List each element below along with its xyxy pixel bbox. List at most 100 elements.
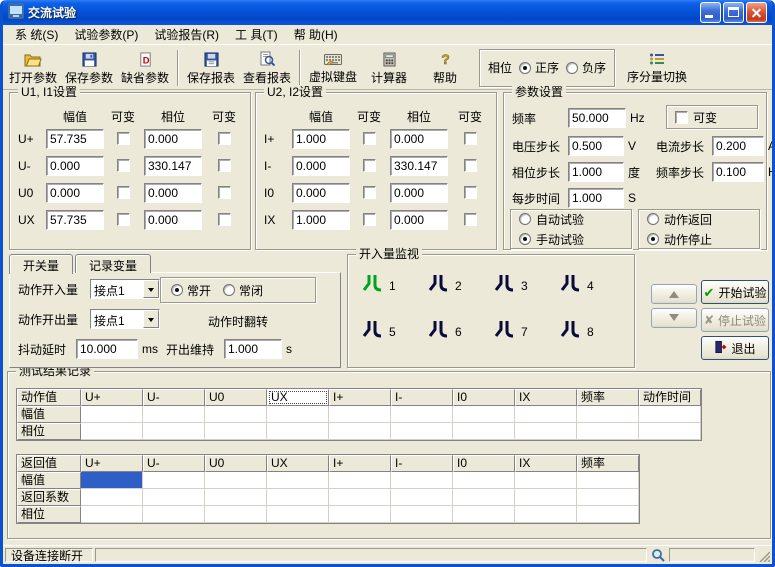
- result-cell[interactable]: [515, 472, 577, 489]
- var-checkbox[interactable]: [363, 213, 376, 226]
- result-cell[interactable]: [329, 406, 391, 423]
- result-cell[interactable]: [143, 472, 205, 489]
- default-params-button[interactable]: D 缺省参数: [117, 47, 173, 89]
- var-checkbox[interactable]: [464, 213, 477, 226]
- result-cell[interactable]: [267, 489, 329, 506]
- result-cell[interactable]: [391, 506, 453, 523]
- i-x-phase-input[interactable]: [390, 210, 448, 230]
- var-checkbox[interactable]: [117, 213, 130, 226]
- result-cell[interactable]: [267, 406, 329, 423]
- result-cell[interactable]: [515, 489, 577, 506]
- u-minus-amp-input[interactable]: [46, 156, 104, 176]
- auto-test-radio[interactable]: 自动试验: [519, 211, 631, 228]
- step-time-input[interactable]: [568, 188, 624, 208]
- result-cell[interactable]: [639, 406, 701, 423]
- result-col-header-focused[interactable]: UX: [267, 389, 329, 406]
- calculator-button[interactable]: 计算器: [361, 47, 417, 89]
- u-zero-amp-input[interactable]: [46, 183, 104, 203]
- result-cell[interactable]: [81, 406, 143, 423]
- result-cell[interactable]: [143, 423, 205, 440]
- i-minus-phase-input[interactable]: [390, 156, 448, 176]
- phase-step-input[interactable]: [568, 162, 624, 182]
- var-checkbox[interactable]: [218, 213, 231, 226]
- action-input-combo[interactable]: 接点1: [90, 279, 160, 299]
- result-cell[interactable]: [81, 506, 143, 523]
- result-cell[interactable]: [329, 506, 391, 523]
- result-cell[interactable]: [205, 406, 267, 423]
- tab-record[interactable]: 记录变量: [75, 254, 151, 273]
- result-cell[interactable]: [453, 489, 515, 506]
- u-x-amp-input[interactable]: [46, 210, 104, 230]
- menu-help[interactable]: 帮 助(H): [286, 24, 346, 45]
- u-zero-phase-input[interactable]: [144, 183, 202, 203]
- open-params-button[interactable]: 打开参数: [5, 47, 61, 89]
- result-cell[interactable]: [391, 423, 453, 440]
- stop-test-button[interactable]: ✘ 停止试验: [701, 308, 769, 332]
- result-cell[interactable]: [515, 423, 577, 440]
- chevron-down-icon[interactable]: [143, 280, 159, 298]
- jitter-delay-input[interactable]: [76, 339, 138, 359]
- result-cell[interactable]: [515, 506, 577, 523]
- result-cell[interactable]: [329, 489, 391, 506]
- u-x-phase-input[interactable]: [144, 210, 202, 230]
- var-checkbox[interactable]: [363, 132, 376, 145]
- result-cell[interactable]: [577, 423, 639, 440]
- result-cell[interactable]: [329, 472, 391, 489]
- result-cell[interactable]: [81, 423, 143, 440]
- result-cell[interactable]: [267, 423, 329, 440]
- var-checkbox[interactable]: [218, 186, 231, 199]
- result-cell[interactable]: [577, 406, 639, 423]
- var-checkbox[interactable]: [464, 159, 477, 172]
- result-cell[interactable]: [453, 506, 515, 523]
- u-plus-phase-input[interactable]: [144, 129, 202, 149]
- result-cell[interactable]: [143, 506, 205, 523]
- status-magnifier-icon[interactable]: [649, 548, 667, 562]
- i-zero-phase-input[interactable]: [390, 183, 448, 203]
- tab-switch[interactable]: 开关量: [9, 254, 73, 274]
- i-x-amp-input[interactable]: [292, 210, 350, 230]
- frequency-input[interactable]: [568, 108, 626, 128]
- result-cell[interactable]: [205, 489, 267, 506]
- close-button[interactable]: [746, 2, 767, 23]
- save-report-button[interactable]: 保存报表: [183, 47, 239, 89]
- phase-negative-radio[interactable]: 负序: [566, 59, 606, 76]
- help-button[interactable]: ? 帮助: [417, 47, 473, 89]
- i-plus-amp-input[interactable]: [292, 129, 350, 149]
- var-checkbox[interactable]: [117, 186, 130, 199]
- virtual-keyboard-button[interactable]: 虚拟键盘: [305, 47, 361, 89]
- start-test-button[interactable]: ✔ 开始试验: [701, 280, 769, 304]
- frequency-step-input[interactable]: [712, 162, 764, 182]
- var-checkbox[interactable]: [218, 132, 231, 145]
- result-cell[interactable]: [81, 489, 143, 506]
- result-cell[interactable]: [577, 489, 639, 506]
- maximize-button[interactable]: [723, 2, 744, 23]
- result-cell[interactable]: [453, 406, 515, 423]
- menu-system[interactable]: 系 统(S): [7, 24, 66, 45]
- output-hold-input[interactable]: [224, 339, 282, 359]
- view-report-button[interactable]: 查看报表: [239, 47, 295, 89]
- action-stop-radio[interactable]: 动作停止: [647, 231, 759, 248]
- var-checkbox[interactable]: [117, 159, 130, 172]
- result-cell[interactable]: [577, 506, 639, 523]
- result-cell[interactable]: [453, 423, 515, 440]
- result-cell[interactable]: [515, 406, 577, 423]
- minimize-button[interactable]: [700, 2, 721, 23]
- result-cell[interactable]: [205, 506, 267, 523]
- result-cell[interactable]: [453, 472, 515, 489]
- u-minus-phase-input[interactable]: [144, 156, 202, 176]
- result-cell-selected[interactable]: [81, 472, 143, 489]
- menu-tools[interactable]: 工 具(T): [227, 24, 286, 45]
- var-checkbox[interactable]: [363, 159, 376, 172]
- resize-grip[interactable]: [757, 548, 770, 562]
- manual-test-radio[interactable]: 手动试验: [519, 231, 631, 248]
- current-step-input[interactable]: [712, 136, 764, 156]
- i-plus-phase-input[interactable]: [390, 129, 448, 149]
- normally-closed-radio[interactable]: 常闭: [223, 282, 263, 299]
- result-cell[interactable]: [329, 423, 391, 440]
- result-cell[interactable]: [143, 406, 205, 423]
- menu-test-params[interactable]: 试验参数(P): [66, 24, 146, 45]
- i-minus-amp-input[interactable]: [292, 156, 350, 176]
- result-cell[interactable]: [143, 489, 205, 506]
- result-cell[interactable]: [391, 406, 453, 423]
- var-checkbox[interactable]: [464, 186, 477, 199]
